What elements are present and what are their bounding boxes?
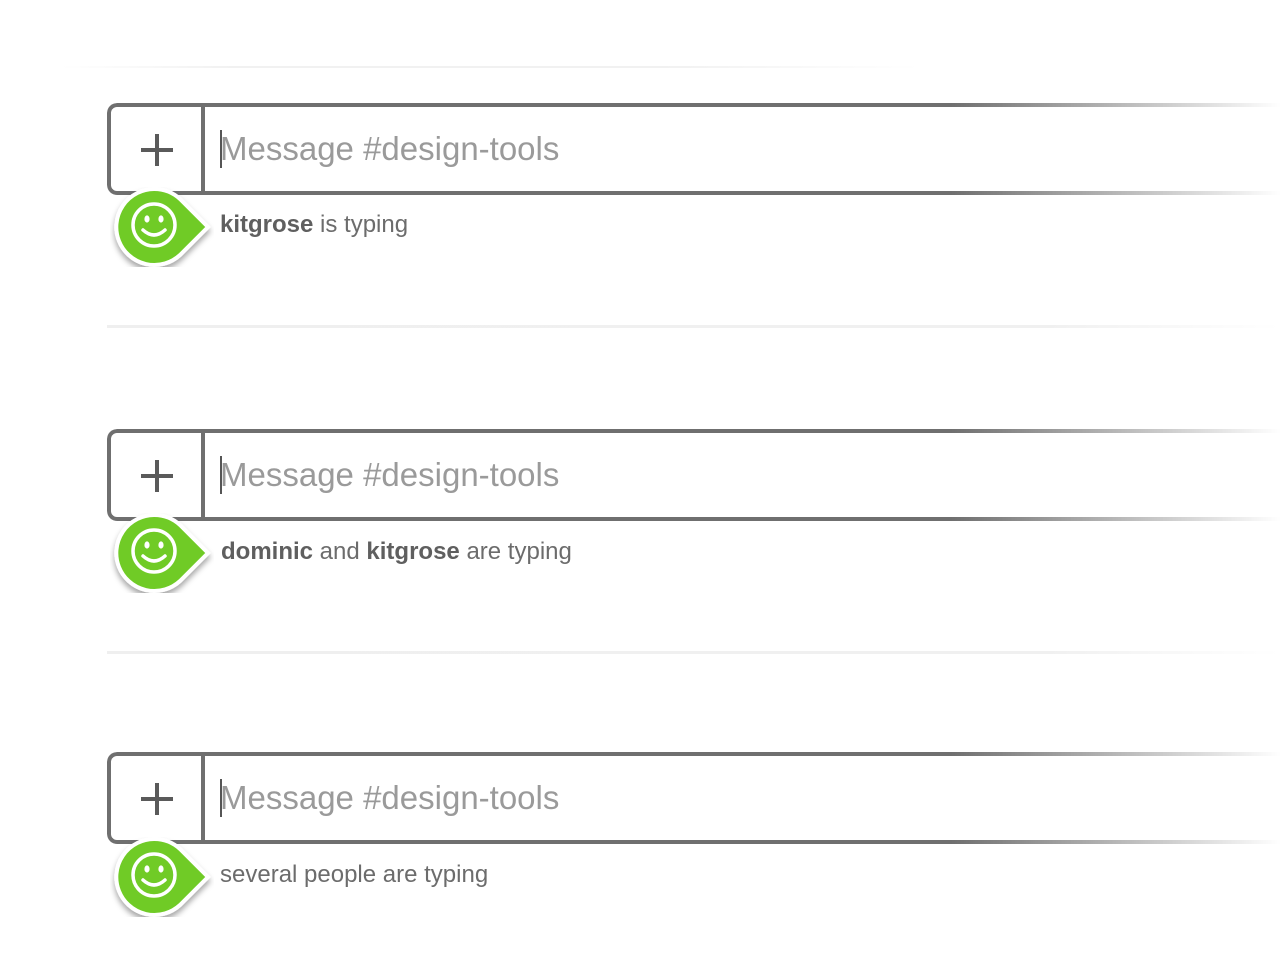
smiley-face-icon — [114, 187, 211, 267]
typing-user: kitgrose — [220, 211, 314, 238]
section-divider — [107, 325, 1280, 328]
attach-button[interactable] — [111, 433, 205, 517]
attach-button[interactable] — [111, 107, 205, 191]
typing-indicator-states: kitgrose is typing dominic and kitgrose … — [0, 0, 1280, 960]
message-input[interactable] — [220, 776, 1120, 820]
typing-status: kitgrose is typing — [220, 211, 408, 239]
plus-icon — [141, 134, 173, 166]
message-input[interactable] — [220, 453, 1120, 497]
attach-button[interactable] — [111, 756, 205, 840]
text-caret — [220, 456, 222, 494]
typing-text: several people are typing — [220, 861, 489, 888]
top-divider — [60, 66, 920, 68]
plus-icon — [141, 460, 173, 492]
text-caret — [220, 779, 222, 817]
smiley-face-icon — [114, 513, 211, 593]
section-divider — [107, 651, 1280, 654]
typing-text: is typing — [313, 211, 409, 238]
typing-status: several people are typing — [220, 861, 488, 889]
plus-icon — [141, 783, 173, 815]
message-composer — [107, 103, 1280, 195]
message-composer — [107, 752, 1280, 844]
typing-text: and — [313, 538, 367, 565]
typing-user: kitgrose — [366, 538, 460, 565]
typing-status: dominic and kitgrose are typing — [221, 538, 572, 566]
text-caret — [220, 130, 222, 168]
message-input[interactable] — [220, 127, 1120, 171]
message-composer — [107, 429, 1280, 521]
smiley-face-icon — [114, 837, 211, 917]
typing-user: dominic — [221, 538, 314, 565]
typing-text: are typing — [459, 538, 572, 565]
